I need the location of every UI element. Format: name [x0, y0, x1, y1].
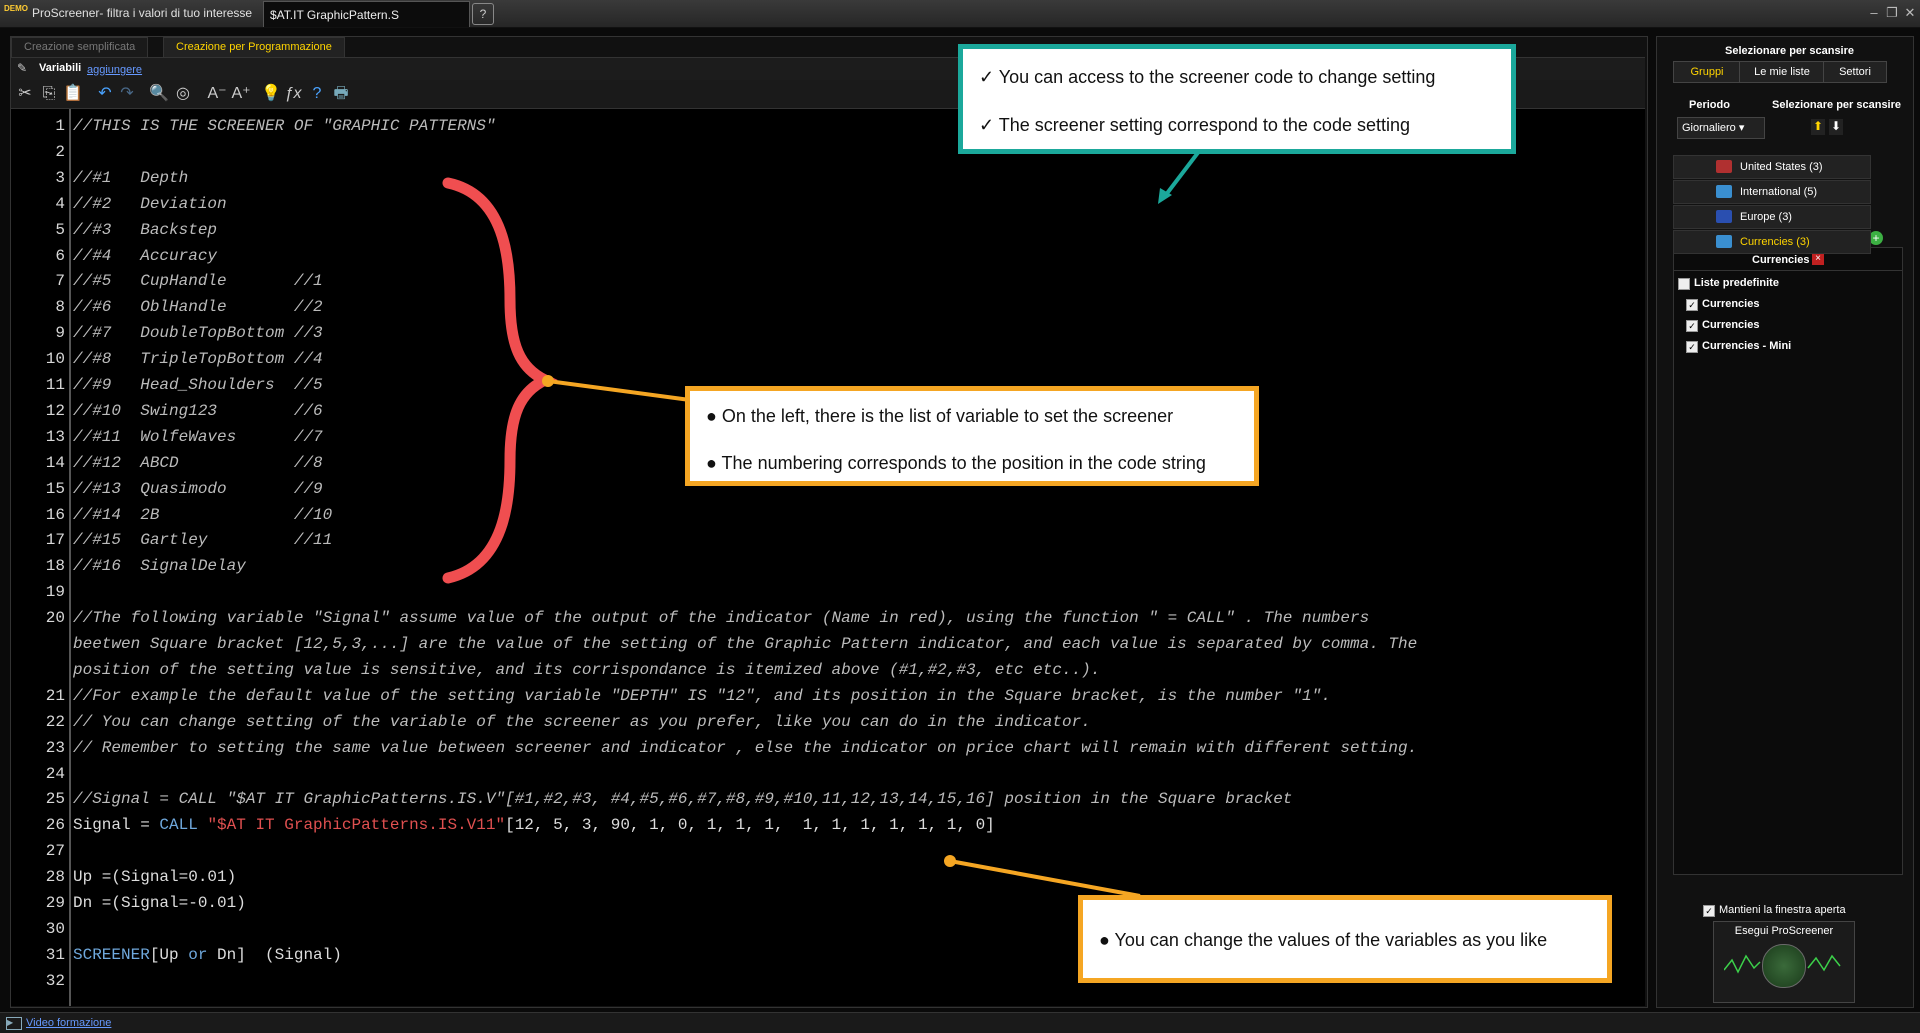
pointer-line-bottom	[949, 859, 1141, 898]
callout-top-line-1: ✓ You can access to the screener code to…	[979, 67, 1436, 87]
callout-middle: ● On the left, there is the list of vari…	[685, 386, 1259, 486]
pointer-dot-middle	[542, 375, 554, 387]
red-brace-icon	[442, 177, 558, 584]
annotation-lines	[442, 148, 1202, 898]
callout-top: ✓ You can access to the screener code to…	[958, 44, 1516, 154]
pointer-line-middle	[547, 379, 691, 402]
callout-bottom-line-1: ● You can change the values of the varia…	[1099, 930, 1548, 950]
pointer-line-top	[1163, 148, 1202, 198]
pointer-dot-bottom	[944, 855, 956, 867]
callout-bottom: ● You can change the values of the varia…	[1078, 895, 1612, 983]
callout-middle-line-2: ● The numbering corresponds to the posit…	[706, 453, 1206, 473]
callout-middle-line-1: ● On the left, there is the list of vari…	[706, 406, 1174, 426]
callout-top-line-2: ✓ The screener setting correspond to the…	[979, 115, 1410, 135]
